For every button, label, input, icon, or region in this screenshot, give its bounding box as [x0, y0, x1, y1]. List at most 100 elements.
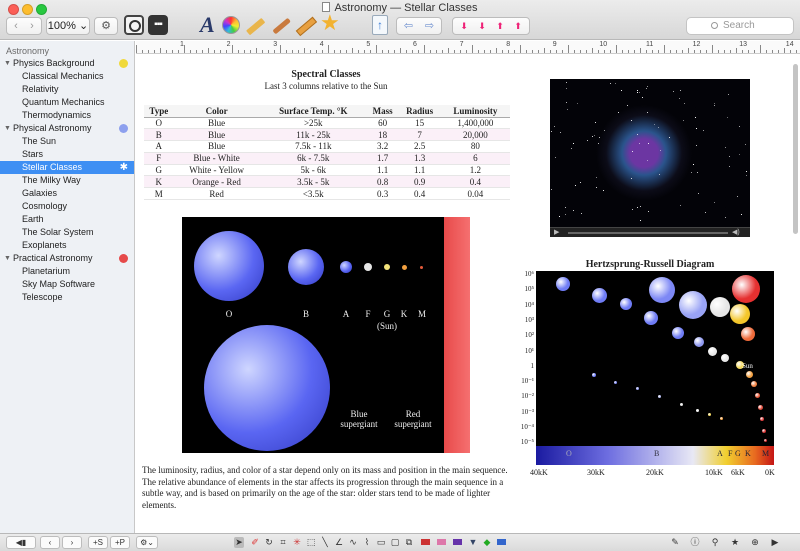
add-sibling-button[interactable]: +S — [88, 536, 108, 549]
table-cell: 0.4 — [440, 175, 510, 189]
line-icon[interactable]: ╲ — [320, 537, 330, 548]
sidebar-item[interactable]: The Sun — [0, 135, 134, 148]
vertical-scrollbar[interactable] — [793, 64, 798, 234]
sidebar-item[interactable]: Stars — [0, 148, 134, 161]
green-diamond-icon[interactable]: ◆ — [482, 537, 492, 548]
next-page-button[interactable]: › — [62, 536, 82, 549]
background-star — [680, 205, 681, 206]
sidebar-item[interactable]: Cosmology — [0, 200, 134, 213]
play-slides-icon[interactable]: ▶ — [770, 537, 780, 548]
text-tool-icon[interactable]: A — [200, 12, 215, 38]
rect-tool-icon[interactable]: ▭ — [376, 537, 386, 548]
sidebar-group-practical-astronomy[interactable]: ▼ Practical Astronomy — [0, 252, 134, 265]
volume-icon[interactable]: ◀) — [732, 228, 740, 236]
magnifier-icon[interactable] — [124, 15, 144, 35]
table-cell: 0.4 — [398, 187, 441, 201]
pencil-icon[interactable] — [246, 17, 266, 36]
rounded-rect-icon[interactable]: ▢ — [390, 537, 400, 548]
page-move-buttons[interactable]: ⬇ ⬇ ⬆ ⬆ — [452, 17, 530, 35]
ruler-tick — [214, 50, 215, 53]
info-icon[interactable]: ⓘ — [690, 537, 700, 548]
ruler-tick — [268, 50, 269, 53]
table-cell: 5k - 6k — [259, 164, 367, 177]
disclosure-triangle-icon[interactable]: ▼ — [4, 57, 11, 70]
rotate-icon[interactable]: ↻ — [264, 537, 274, 548]
sidebar-item-selected[interactable]: Stellar Classes ✱ — [0, 161, 134, 174]
sidebar-item[interactable]: Telescope — [0, 291, 134, 304]
background-star — [580, 182, 581, 183]
disclosure-triangle-icon[interactable]: ▼ — [4, 252, 11, 265]
pen-icon[interactable]: ✎ — [670, 537, 680, 548]
ruler-number: 5 — [366, 41, 371, 48]
play-icon[interactable]: ▶ — [554, 228, 559, 236]
table-cell: 0.04 — [440, 187, 510, 201]
horizontal-ruler[interactable]: 1 2 3 4 5 6 7 8 9 10 11 12 13 14 — [136, 41, 800, 54]
zoom-icon[interactable]: ⚲ — [710, 537, 720, 548]
red-swatch-icon[interactable] — [420, 537, 430, 548]
shape-icon[interactable]: ⬚ — [306, 537, 316, 548]
select-tool-icon[interactable]: ➤ — [234, 537, 244, 548]
pink-swatch-icon[interactable] — [436, 537, 446, 548]
sparkle-icon[interactable]: ✳ — [292, 537, 302, 548]
forward-icon[interactable]: › — [24, 18, 40, 34]
zoom-select[interactable]: 100% ⌄ — [46, 17, 90, 35]
ruler-tick — [538, 50, 539, 53]
sidebar-item[interactable]: Relativity — [0, 83, 134, 96]
sidebar-group-physics-background[interactable]: ▼ Physics Background — [0, 57, 134, 70]
purple-swatch-icon[interactable] — [452, 537, 462, 548]
page-nav-buttons[interactable]: ⇦ ⇨ — [396, 17, 442, 35]
eraser-icon[interactable]: ✐ — [250, 537, 260, 548]
gear-icon[interactable]: ⚙ — [94, 17, 118, 35]
sidebar-item[interactable]: Galaxies — [0, 187, 134, 200]
color-wheel-icon[interactable] — [222, 16, 240, 34]
back-forward-buttons[interactable]: ‹ › — [6, 17, 42, 35]
back-icon[interactable]: ‹ — [8, 18, 24, 34]
move-down-icon[interactable]: ⬇ — [455, 18, 473, 34]
arrow-left-icon[interactable]: ⇦ — [398, 18, 419, 34]
search-input[interactable]: Search — [686, 17, 794, 35]
sidebar-item[interactable]: The Milky Way — [0, 174, 134, 187]
table-header-row: Type Color Surface Temp. °K Mass Radius … — [144, 105, 510, 118]
prev-page-button[interactable]: ‹ — [40, 536, 60, 549]
ruler-icon[interactable] — [295, 16, 318, 37]
grid-view-icon[interactable]: ▪▪▪ — [148, 15, 168, 35]
move-up-icon[interactable]: ⬆ — [491, 18, 509, 34]
ruler-number: 7 — [459, 41, 464, 48]
ruler-tick — [766, 50, 767, 53]
crop-icon[interactable]: ⌗ — [278, 537, 288, 548]
video-controls[interactable]: ▶ ◀) — [550, 227, 750, 237]
sidebar-item[interactable]: Thermodynamics — [0, 109, 134, 122]
sidebar-item[interactable]: Earth — [0, 213, 134, 226]
move-down-alt-icon[interactable]: ⬇ — [473, 18, 491, 34]
sidebar-item[interactable]: Quantum Mechanics — [0, 96, 134, 109]
sidebar-item[interactable]: Classical Mechanics — [0, 70, 134, 83]
add-icon[interactable]: ⊕ — [750, 537, 760, 548]
polyline-icon[interactable]: ⌇ — [362, 537, 372, 548]
hr-y-label: 10⁴ — [524, 300, 534, 309]
background-star — [566, 82, 567, 83]
sidebar-item[interactable]: Planetarium — [0, 265, 134, 278]
page-gear-icon[interactable]: ⚙⌄ — [136, 536, 158, 549]
sidebar-item[interactable]: Sky Map Software — [0, 278, 134, 291]
blue-swatch-icon[interactable] — [496, 537, 506, 548]
move-up-alt-icon[interactable]: ⬆ — [509, 18, 527, 34]
sidebar-group-physical-astronomy[interactable]: ▼ Physical Astronomy — [0, 122, 134, 135]
blue-supergiant-sphere — [204, 325, 330, 451]
toggle-sidebar-button[interactable]: ◀▮ — [6, 536, 36, 549]
arrow-right-icon[interactable]: ⇨ — [419, 18, 440, 34]
sidebar-item[interactable]: Exoplanets — [0, 239, 134, 252]
triangle-icon[interactable]: ▼ — [468, 537, 478, 548]
disclosure-triangle-icon[interactable]: ▼ — [4, 122, 11, 135]
background-star — [594, 135, 595, 136]
add-page-button[interactable]: +P — [110, 536, 130, 549]
star-icon[interactable]: ★ — [320, 10, 340, 36]
curve-icon[interactable]: ∿ — [348, 537, 358, 548]
copy-icon[interactable]: ⧉ — [404, 537, 414, 548]
nebula-video[interactable]: ▶ ◀) — [550, 79, 750, 237]
video-scrubber[interactable] — [568, 232, 728, 234]
share-icon[interactable]: ↑ — [372, 15, 388, 35]
angle-icon[interactable]: ∠ — [334, 537, 344, 548]
sidebar-item[interactable]: The Solar System — [0, 226, 134, 239]
brush-icon[interactable] — [272, 17, 291, 35]
favorite-icon[interactable]: ★ — [730, 537, 740, 548]
